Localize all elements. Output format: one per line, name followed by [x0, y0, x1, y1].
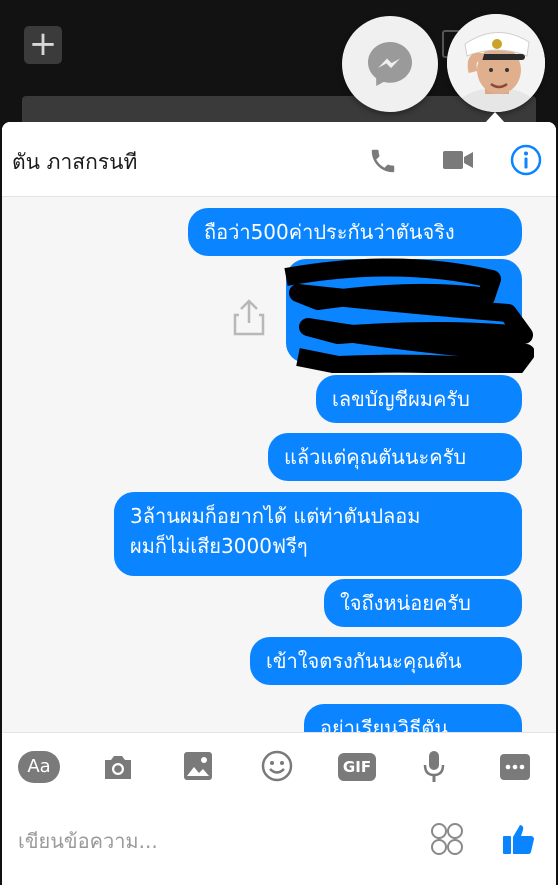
gif-button[interactable]: GIF [338, 753, 376, 781]
info-icon[interactable] [510, 144, 542, 176]
message-bubble[interactable]: 3ล้านผมก็อยากได้ แต่ท่าตันปลอม ผมก็ไม่เส… [114, 492, 522, 576]
camera-icon[interactable] [102, 753, 134, 781]
message-text: เลขบัญชีผมครับ [332, 387, 470, 411]
redaction-scribble [284, 258, 534, 373]
chat-panel: ตัน ภาสกรนที ถือว่า500ค่าประกันว่าตันจริ… [2, 122, 556, 885]
message-text: แล้วแต่คุณตันนะครับ [284, 445, 467, 469]
text-style-button[interactable]: Aa [18, 751, 60, 783]
messenger-chat-head[interactable] [342, 16, 438, 112]
avatar[interactable] [447, 14, 545, 112]
message-text: เข้าใจตรงกันนะคุณตัน [266, 649, 462, 673]
message-bubble[interactable]: อย่าเรียนวิธีตัน [304, 704, 522, 732]
message-text-line: 3ล้านผมก็อยากได้ แต่ท่าตันปลอม [130, 504, 421, 528]
message-text-line: ผมก็ไม่เสีย3000ฟรีๆ [130, 534, 308, 558]
sticker-icon[interactable] [430, 822, 464, 856]
video-icon[interactable] [442, 148, 474, 172]
message-text: ถือว่า500ค่าประกันว่าตันจริง [204, 220, 455, 244]
composer-toolbar: Aa GIF [2, 732, 556, 801]
like-icon[interactable] [502, 822, 536, 856]
messenger-icon [368, 42, 412, 86]
phone-icon[interactable] [368, 146, 398, 176]
emoji-icon[interactable] [261, 750, 293, 782]
composer [2, 800, 556, 885]
image-icon[interactable] [183, 751, 213, 781]
message-thread[interactable]: ถือว่า500ค่าประกันว่าตันจริง เลขบัญชีผมค… [2, 197, 556, 732]
background-bar [22, 96, 536, 122]
mic-icon[interactable] [423, 750, 445, 784]
message-bubble[interactable]: เข้าใจตรงกันนะคุณตัน [250, 637, 522, 685]
plus-icon[interactable]: + [24, 26, 62, 64]
chat-header: ตัน ภาสกรนที [2, 122, 556, 197]
message-text: ใจถึงหน่อยครับ [340, 591, 471, 615]
contact-name[interactable]: ตัน ภาสกรนที [12, 146, 137, 179]
message-bubble[interactable]: เลขบัญชีผมครับ [316, 375, 522, 423]
message-bubble[interactable]: แล้วแต่คุณตันนะครับ [268, 433, 522, 481]
message-bubble[interactable]: ใจถึงหน่อยครับ [324, 579, 522, 627]
message-bubble[interactable]: ถือว่า500ค่าประกันว่าตันจริง [188, 208, 522, 256]
more-icon[interactable] [499, 753, 531, 781]
message-input[interactable] [16, 820, 400, 862]
share-icon[interactable] [232, 297, 266, 337]
message-text: อย่าเรียนวิธีตัน [320, 716, 449, 732]
